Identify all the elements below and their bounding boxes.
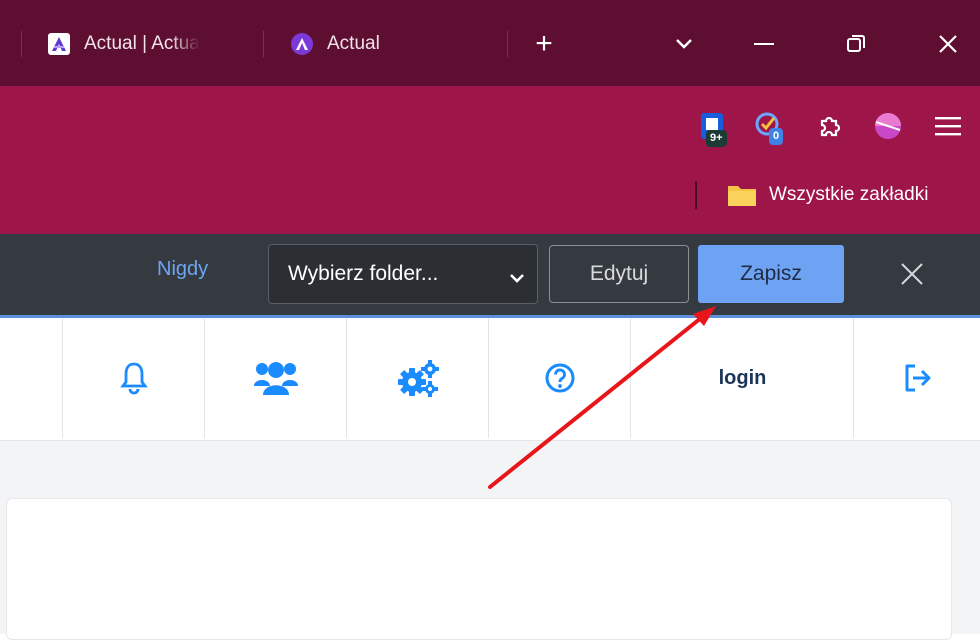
tab-separator	[263, 31, 264, 57]
chevron-down-icon	[509, 266, 525, 290]
content-card	[6, 498, 952, 640]
bookmarks-label: Wszystkie zakładki	[769, 184, 929, 205]
browser-tab-actual-2[interactable]: Actual	[291, 24, 491, 64]
tab-title: Actual	[327, 33, 380, 54]
actual-logo-icon	[48, 33, 70, 55]
bookmarks-divider	[695, 181, 697, 209]
all-bookmarks-button[interactable]: Wszystkie zakładki	[727, 180, 928, 210]
login-label: login	[718, 366, 767, 389]
question-circle-icon	[544, 362, 576, 394]
nav-logout[interactable]	[853, 318, 980, 438]
cogs-icon	[396, 359, 440, 397]
edit-button[interactable]: Edytuj	[549, 245, 689, 303]
tab-title: Actual | Actua	[84, 33, 200, 54]
close-window-button[interactable]	[930, 26, 966, 62]
tab-separator	[21, 31, 22, 57]
bell-icon	[119, 361, 149, 395]
folder-icon	[727, 183, 757, 207]
tab-search-chevron-icon[interactable]	[666, 26, 702, 62]
tab-separator	[507, 31, 508, 57]
nav-notifications[interactable]	[62, 318, 205, 438]
nav-users[interactable]	[204, 318, 347, 438]
actual-a-circle-icon	[291, 33, 313, 55]
minimize-button[interactable]	[746, 26, 782, 62]
checker-icon[interactable]: 0	[749, 104, 789, 148]
nav-settings[interactable]	[346, 318, 489, 438]
never-button[interactable]: Nigdy	[157, 258, 208, 281]
nav-help[interactable]	[488, 318, 631, 438]
sign-out-icon	[903, 362, 933, 394]
extension-badge: 0	[769, 128, 784, 145]
folder-select[interactable]: Wybierz folder...	[268, 244, 538, 304]
extensions-puzzle-icon[interactable]	[810, 104, 850, 148]
nav-login[interactable]: login	[630, 318, 854, 438]
menu-icon[interactable]	[928, 104, 968, 148]
extension-badge: 9+	[706, 130, 727, 147]
folder-select-value: Wybierz folder...	[288, 262, 439, 285]
bitwarden-icon[interactable]: 9+	[692, 104, 732, 148]
new-tab-button[interactable]: +	[526, 26, 562, 62]
restore-button[interactable]	[838, 26, 874, 62]
save-button[interactable]: Zapisz	[698, 245, 844, 303]
browser-tab-actual-1[interactable]: Actual | Actua	[48, 24, 244, 64]
users-icon	[253, 360, 299, 396]
profile-avatar-icon[interactable]	[868, 104, 908, 148]
close-icon[interactable]	[892, 254, 932, 294]
